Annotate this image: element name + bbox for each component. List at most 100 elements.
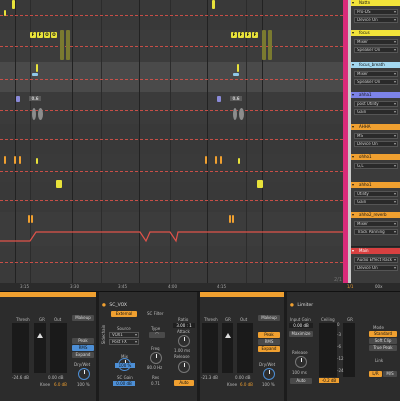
fold-arrow-icon[interactable]: ▾: [352, 124, 354, 130]
makeup-button[interactable]: Makeup: [258, 315, 280, 321]
drywet-knob[interactable]: [78, 368, 90, 380]
lane-ahha1[interactable]: [0, 92, 343, 124]
arrangement-view[interactable]: F F O O F F F F 0.6 0.6 3:15 3:30 3:45 4…: [0, 0, 343, 291]
external-button[interactable]: External: [111, 311, 137, 317]
track-header-ahho1[interactable]: ahho1 ▾ Utility ▾ Gain ▾: [351, 182, 400, 213]
maximize-button[interactable]: Maximize: [289, 331, 313, 337]
drywet-readout[interactable]: 100 %: [262, 382, 275, 387]
lane-main[interactable]: [0, 246, 343, 283]
input-gain-readout[interactable]: 0.00 dB: [289, 323, 313, 328]
device-chooser[interactable]: post Utility ▾: [354, 101, 398, 107]
release-auto-button[interactable]: Auto: [290, 378, 312, 384]
freq-knob[interactable]: [150, 352, 162, 364]
knee-readout[interactable]: 6.0 dB: [240, 382, 253, 387]
release-auto-button[interactable]: Auto: [174, 380, 194, 386]
peak-button[interactable]: Peak: [258, 332, 280, 338]
ratio-readout[interactable]: 3.00 : 1: [173, 323, 195, 328]
parameter-chooser[interactable]: Device On ▾: [354, 265, 398, 271]
fold-arrow-icon[interactable]: ▾: [352, 0, 354, 6]
clip[interactable]: [257, 180, 263, 188]
track-name[interactable]: Main: [351, 248, 400, 254]
track-name[interactable]: Nattn: [351, 0, 400, 6]
clip[interactable]: [205, 156, 207, 164]
device-chooser[interactable]: Mixer ▾: [354, 221, 398, 227]
out-meter[interactable]: [237, 323, 253, 373]
track-header-nattn[interactable]: Nattn ▾ Pro-DS ▾ Device On ▾: [351, 0, 400, 31]
clip[interactable]: [32, 73, 38, 76]
freq-readout[interactable]: 80.0 Hz: [147, 365, 162, 370]
true-peak-button[interactable]: True Peak: [369, 345, 397, 351]
track-name[interactable]: focus_breath: [351, 62, 400, 68]
track-header-focus-breath[interactable]: focus_breath ▾ Mixer ▾ Speaker On ▾: [351, 62, 400, 93]
track-name[interactable]: ohho1: [351, 154, 400, 160]
ceiling-readout[interactable]: -0.2 dB: [319, 378, 339, 383]
track-name[interactable]: ahho2_reverb: [351, 212, 400, 218]
clip[interactable]: [212, 0, 215, 9]
drywet-readout[interactable]: 100 %: [77, 382, 90, 387]
lane-ahho1[interactable]: [0, 182, 343, 212]
device-chooser[interactable]: G,L ▾: [354, 163, 398, 169]
clip[interactable]: [4, 10, 6, 16]
track-header-ahha1[interactable]: ahha1 ▾ post Utility ▾ Gain ▾: [351, 92, 400, 125]
drywet-knob[interactable]: [263, 368, 275, 380]
parameter-chooser[interactable]: Speaker On ▾: [354, 79, 398, 85]
fold-arrow-icon[interactable]: ▾: [352, 62, 354, 68]
clip[interactable]: [66, 30, 70, 60]
attack-knob[interactable]: [178, 335, 190, 347]
device-title-bar[interactable]: [200, 292, 284, 297]
clip[interactable]: [220, 156, 222, 164]
clip[interactable]: [14, 156, 16, 164]
footer-value[interactable]: 00x: [375, 284, 382, 289]
fold-arrow-icon[interactable]: ▾: [352, 154, 354, 160]
expand-button[interactable]: Expand: [258, 346, 280, 352]
filter-type-button[interactable]: ⌒: [149, 332, 165, 338]
parameter-chooser[interactable]: Device On ▾: [354, 17, 398, 23]
track-header-ahha[interactable]: AHHA ▾ MS ▾ Device On ▾: [351, 124, 400, 155]
track-name[interactable]: AHHA: [351, 124, 400, 130]
clip[interactable]: [268, 30, 272, 60]
parameter-chooser[interactable]: Speaker On ▾: [354, 47, 398, 53]
track-name[interactable]: ahha1: [351, 92, 400, 98]
device-power-icon[interactable]: ●: [290, 303, 294, 308]
clip[interactable]: [4, 156, 6, 164]
rms-button[interactable]: RMS: [72, 345, 94, 351]
track-header-main[interactable]: Main ▾ Audio Effect Rack ▾ Device On ▾: [351, 248, 400, 284]
clip[interactable]: [237, 64, 239, 72]
out-readout[interactable]: 0.00 dB: [235, 375, 250, 380]
device-chooser[interactable]: Mixer ▾: [354, 39, 398, 45]
sc-gain-readout[interactable]: 0.00 dB: [113, 381, 135, 386]
clip[interactable]: [60, 30, 64, 60]
release-knob[interactable]: [178, 361, 190, 373]
release-readout[interactable]: 100 ms: [292, 370, 307, 375]
fold-arrow-icon[interactable]: ▾: [352, 92, 354, 98]
fold-arrow-icon[interactable]: ▾: [352, 30, 354, 36]
out-readout[interactable]: 0.00 dB: [48, 375, 63, 380]
clip[interactable]: [36, 158, 38, 164]
out-meter[interactable]: [50, 323, 67, 373]
fold-arrow-icon[interactable]: ▾: [352, 212, 354, 218]
rms-button[interactable]: RMS: [258, 339, 280, 345]
zoom-readout[interactable]: 1/1: [347, 284, 353, 289]
limiter-title-bar[interactable]: ● Limiter: [287, 302, 400, 309]
clip[interactable]: [36, 64, 38, 72]
makeup-button[interactable]: Makeup: [72, 315, 94, 321]
threshold-meter[interactable]: [202, 323, 218, 373]
clip[interactable]: [16, 96, 20, 102]
track-header-focus[interactable]: focus ▾ Mixer ▾ Speaker On ▾: [351, 30, 400, 63]
lane-focus-breath[interactable]: [0, 62, 343, 92]
track-header-ohho1[interactable]: ohho1 ▾ G,L ▾: [351, 154, 400, 183]
clip[interactable]: [19, 156, 21, 164]
peak-button[interactable]: Peak: [72, 338, 94, 344]
parameter-chooser[interactable]: Gain ▾: [354, 109, 398, 115]
device-power-icon[interactable]: ●: [102, 303, 106, 308]
parameter-chooser[interactable]: Track Panning ▾: [354, 229, 398, 235]
clip[interactable]: [215, 156, 217, 164]
threshold-readout[interactable]: -24.6 dB: [12, 375, 29, 380]
clip[interactable]: [233, 73, 239, 76]
clip[interactable]: [56, 180, 62, 188]
device-chooser[interactable]: Pro-DS ▾: [354, 9, 398, 15]
fold-arrow-icon[interactable]: ▾: [352, 182, 354, 188]
source-chooser[interactable]: VOX1 ▾: [109, 332, 139, 338]
knee-readout[interactable]: 6.0 dB: [54, 382, 67, 387]
device-chooser[interactable]: Audio Effect Rack ▾: [354, 257, 398, 263]
